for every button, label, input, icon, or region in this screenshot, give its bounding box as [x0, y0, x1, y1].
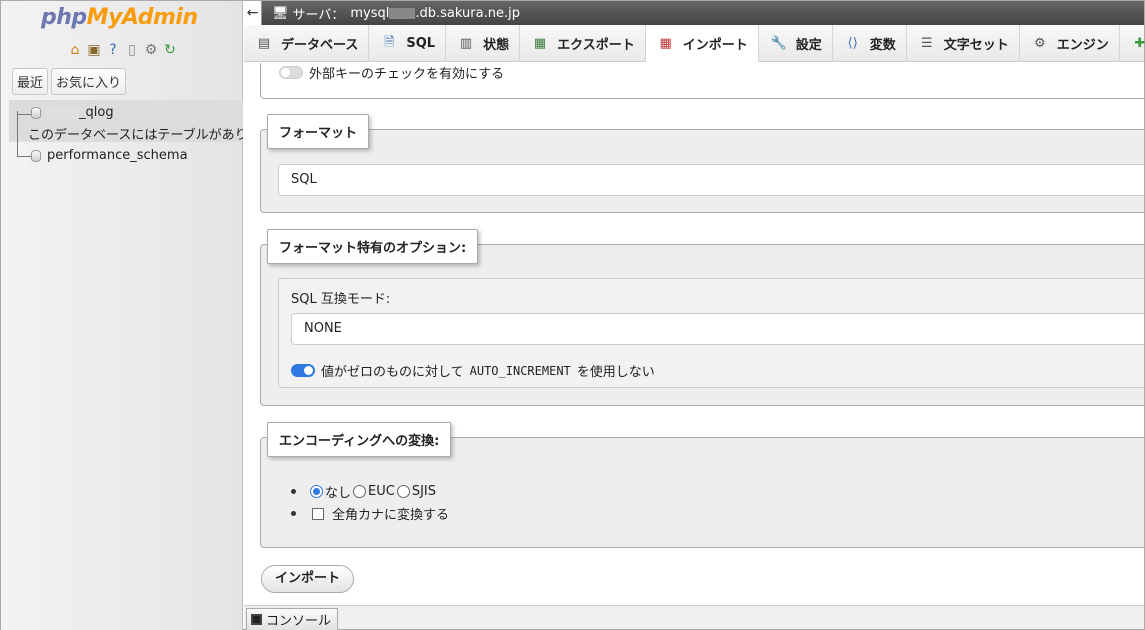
main-menu: ▤ データベース 🗎 SQL ▥ 状態 ▦ エクスポート ▦ インポート 🔧 設定 ⟨⟩ 変数… [244, 25, 1145, 62]
tab-export[interactable]: ▦ エクスポート [520, 25, 646, 62]
autoinc-label-suffix: を使用しない [576, 365, 655, 380]
format-select[interactable]: SQL [278, 164, 1144, 196]
recent-tab[interactable]: 最近 [12, 68, 49, 95]
tree-line [17, 156, 31, 157]
console-label: コンソール [266, 614, 332, 629]
server-label[interactable]: サーバ： [293, 4, 345, 23]
format-fieldset: フォーマット SQL [260, 114, 1144, 213]
tab-plugins[interactable]: ✚ [1120, 25, 1145, 62]
wrench-icon: 🔧 [770, 36, 787, 51]
format-legend: フォーマット [267, 114, 370, 149]
logout-icon[interactable]: ▣ [86, 42, 102, 58]
export-icon: ▦ [533, 36, 547, 51]
tree-line [17, 114, 31, 115]
fk-check-toggle-row[interactable]: 外部キーのチェックを有効にする [279, 63, 504, 82]
kana-convert-row: 全角カナに変換する [291, 504, 449, 523]
console-icon [251, 614, 262, 625]
favorites-tab[interactable]: お気に入り [51, 68, 127, 95]
encoding-legend: エンコーディングへの変換: [267, 422, 452, 457]
database-icon [31, 106, 41, 119]
server-host[interactable]: mysql .db.sakura.ne.jp [350, 6, 520, 21]
fk-check-label: 外部キーのチェックを有効にする [309, 67, 505, 82]
tab-charsets[interactable]: ☰ 文字セット [907, 25, 1020, 62]
database-icon [31, 149, 41, 162]
breadcrumb-bar: ← 🖥 サーバ： mysql .db.sakura.ne.jp [244, 1, 1144, 25]
db-name[interactable]: _qlog [79, 105, 114, 120]
engine-icon: ⚙ [1033, 36, 1046, 51]
tab-status[interactable]: ▥ 状態 [446, 25, 521, 62]
console-tab[interactable]: コンソール [246, 608, 339, 630]
console-bar: コンソール [244, 605, 1144, 630]
sql-compat-select[interactable]: NONE [291, 313, 1144, 345]
tab-engines[interactable]: ⚙ エンジン [1020, 25, 1120, 62]
encoding-label-euc[interactable]: EUC [368, 484, 395, 499]
collapse-nav-icon[interactable]: ← [244, 1, 262, 25]
other-options-fieldset: 外部キーのチェックを有効にする [260, 63, 1144, 99]
import-icon: ▦ [659, 35, 672, 51]
tab-sql[interactable]: 🗎 SQL [369, 25, 447, 62]
redacted-text [47, 106, 79, 119]
format-options-legend: フォーマット特有のオプション: [267, 229, 479, 264]
nav-tabs: 最近 お気に入り [12, 68, 127, 95]
server-icon: 🖥 [272, 5, 289, 21]
reload-icon[interactable]: ↻ [162, 42, 178, 58]
encoding-radio-group: なし EUC SJIS [291, 482, 436, 501]
sql-compat-label: SQL 互換モード: [291, 292, 391, 307]
variables-icon: ⟨⟩ [847, 36, 858, 51]
database-icon: ▤ [257, 36, 271, 51]
import-form: 外部キーのチェックを有効にする フォーマット SQL フォーマット特有のオプショ… [244, 63, 1144, 605]
encoding-label-none[interactable]: なし [325, 482, 351, 501]
encoding-radio-sjis[interactable] [396, 485, 410, 498]
fk-check-toggle[interactable] [279, 66, 303, 79]
tree-line [17, 111, 18, 156]
autoinc-label-prefix: 値がゼロのものに対して [321, 365, 464, 380]
phpmyadmin-logo[interactable]: phpMyAdmin [41, 5, 198, 30]
list-bullet [291, 489, 296, 494]
import-button[interactable]: インポート [261, 565, 355, 593]
db-tree-item-qlog[interactable]: _qlog [31, 105, 114, 120]
kana-convert-label[interactable]: 全角カナに変換する [332, 504, 449, 523]
encoding-radio-none[interactable] [310, 485, 323, 498]
autoinc-toggle[interactable] [291, 364, 315, 377]
autoinc-toggle-row[interactable]: 値がゼロのものに対して AUTO_INCREMENT を使用しない [291, 361, 655, 380]
db-empty-note: このデータベースにはテーブルがありません。 [28, 128, 243, 143]
tab-settings[interactable]: 🔧 設定 [759, 25, 833, 62]
db-name[interactable]: performance_schema [47, 148, 188, 163]
list-bullet [291, 511, 296, 516]
encoding-radio-euc[interactable] [353, 485, 367, 498]
tab-variables[interactable]: ⟨⟩ 変数 [833, 25, 907, 62]
home-icon[interactable]: ⌂ [67, 42, 83, 58]
settings-icon[interactable]: ⚙ [143, 42, 159, 58]
encoding-fieldset: エンコーディングへの変換: なし EUC SJIS 全角カナに変換する [260, 422, 1144, 548]
nav-icon-bar: ⌂ ▣ ? ▯ ⚙ ↻ [67, 42, 178, 58]
status-icon: ▥ [459, 36, 473, 51]
plugin-icon: ✚ [1134, 36, 1145, 51]
help-icon[interactable]: ? [105, 42, 121, 58]
navigation-panel: phpMyAdmin ⌂ ▣ ? ▯ ⚙ ↻ 最近 お気に入り _qlog この… [1, 1, 243, 630]
docs-icon[interactable]: ▯ [124, 42, 140, 58]
sql-icon: 🗎 [384, 34, 395, 50]
logo-php: php [41, 5, 87, 30]
autoinc-label-code: AUTO_INCREMENT [469, 363, 571, 378]
encoding-label-sjis[interactable]: SJIS [412, 484, 436, 499]
kana-convert-checkbox[interactable] [312, 507, 324, 520]
db-tree-item-performance-schema[interactable]: performance_schema [31, 148, 188, 163]
tab-import[interactable]: ▦ インポート [645, 25, 759, 62]
logo-myadmin: MyAdmin [86, 5, 198, 30]
charset-icon: ☰ [920, 36, 933, 51]
tab-databases[interactable]: ▤ データベース [244, 25, 370, 62]
format-options-fieldset: フォーマット特有のオプション: SQL 互換モード: NONE 値がゼロのものに… [260, 229, 1144, 406]
sql-options-box: SQL 互換モード: NONE 値がゼロのものに対して AUTO_INCREME… [278, 278, 1144, 388]
